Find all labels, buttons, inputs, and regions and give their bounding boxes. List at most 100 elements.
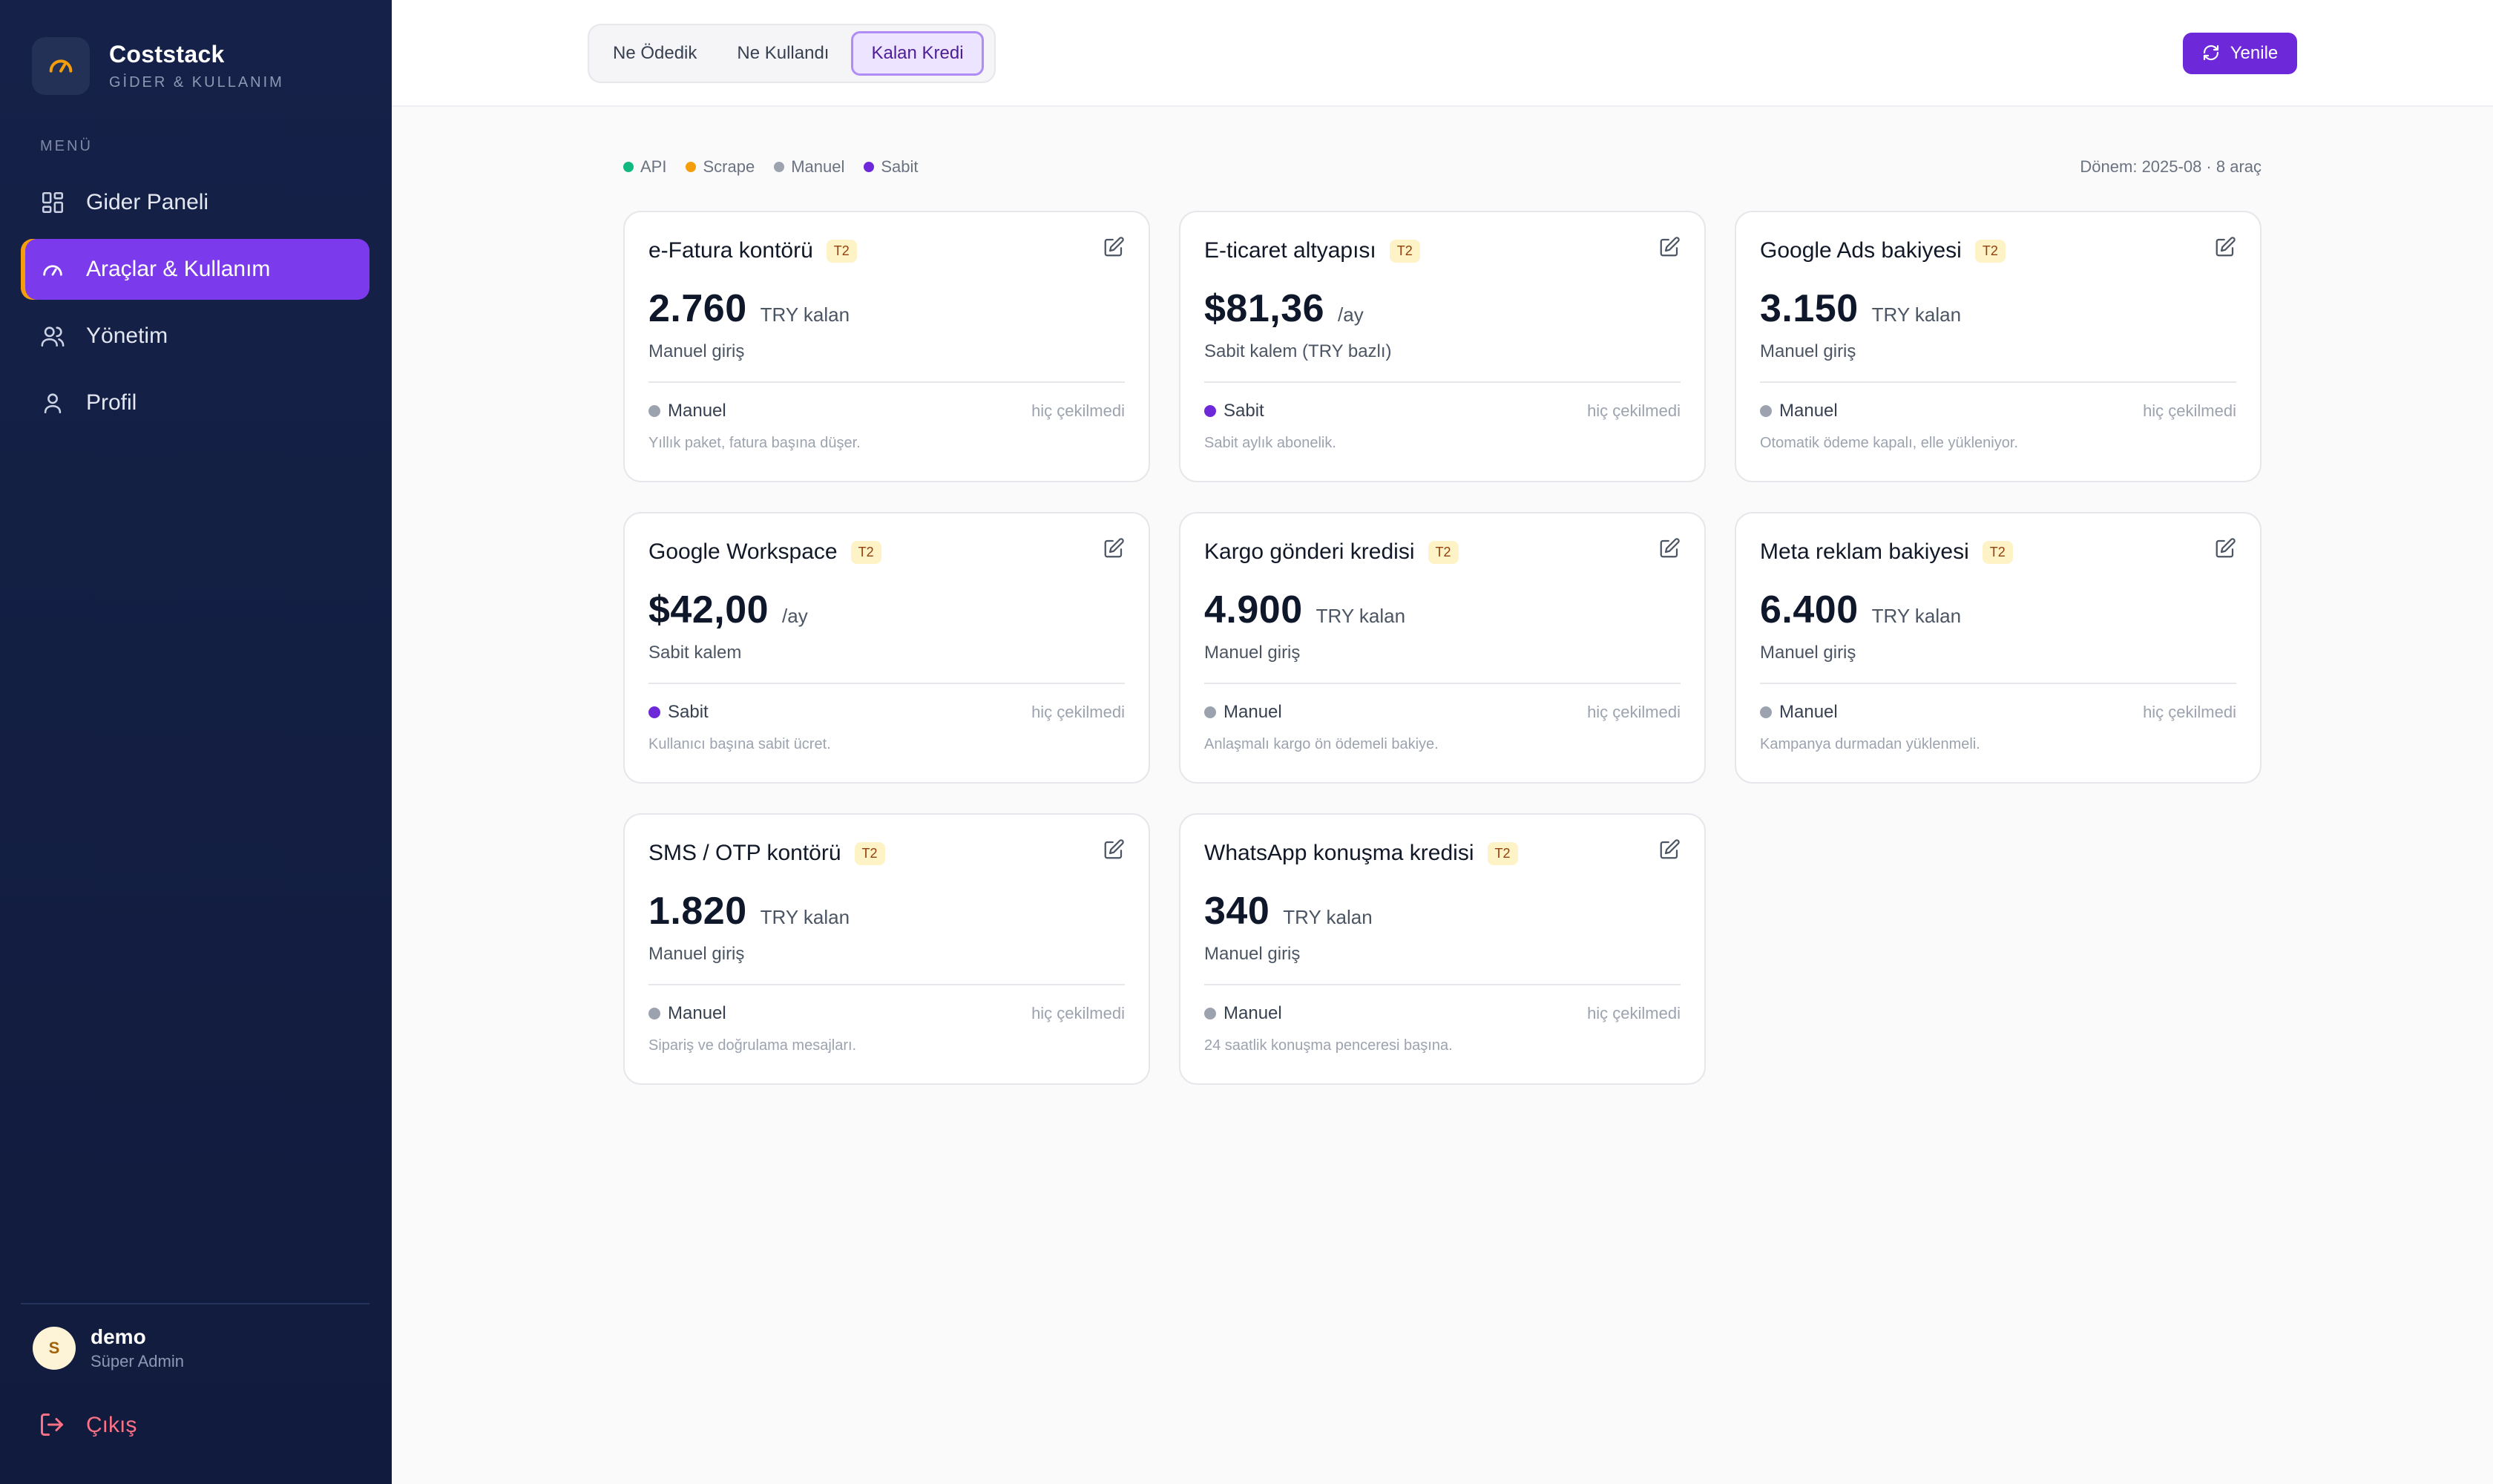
amount-unit: /ay — [782, 605, 808, 627]
user-name: demo — [91, 1325, 146, 1348]
brand[interactable]: Coststack GİDER & KULLANIM — [32, 37, 284, 95]
tier-badge: T2 — [826, 239, 857, 263]
credit-card: e-Fatura kontörü T2 2.760 TRY kalan Manu… — [623, 211, 1150, 482]
source-tag: Manuel — [1204, 1003, 1282, 1024]
legend-label: Manuel — [791, 157, 845, 176]
pull-status: hiç çekilmedi — [2143, 703, 2236, 721]
sidebar-item-araclar-kullanim[interactable]: Araçlar & Kullanım — [21, 239, 369, 300]
entry-type: Manuel giriş — [1760, 341, 1856, 361]
source-tag: Manuel — [648, 1003, 726, 1024]
legend-label: Scrape — [703, 157, 755, 176]
brand-subtitle: GİDER & KULLANIM — [109, 74, 284, 91]
tab-ne-odedik[interactable]: Ne Ödedik — [595, 31, 715, 76]
amount-value: 3.150 — [1760, 287, 1859, 330]
refresh-button[interactable]: Yenile — [2183, 33, 2297, 74]
entry-type: Manuel giriş — [1760, 643, 1856, 663]
source-tag: Manuel — [648, 401, 726, 421]
pull-status: hiç çekilmedi — [1031, 703, 1125, 721]
card-title: Meta reklam bakiyesi — [1760, 539, 1969, 564]
edit-icon[interactable] — [1658, 236, 1681, 258]
amount-value: 340 — [1204, 890, 1270, 933]
refresh-icon — [2202, 44, 2221, 63]
source-label: Manuel — [1779, 702, 1838, 722]
users-icon — [39, 322, 67, 350]
card-note: Sabit aylık abonelik. — [1204, 435, 1336, 451]
card-note: 24 saatlik konuşma penceresi başına. — [1204, 1037, 1453, 1054]
sidebar-item-label: Gider Paneli — [86, 190, 209, 214]
tier-badge: T2 — [850, 540, 881, 564]
card-title: e-Fatura kontörü — [648, 238, 813, 263]
tab-kalan-kredi[interactable]: Kalan Kredi — [851, 31, 984, 76]
edit-icon[interactable] — [1103, 537, 1125, 559]
card-note: Kampanya durmadan yüklenmeli. — [1760, 736, 1980, 752]
edit-icon[interactable] — [1658, 537, 1681, 559]
sidebar-item-label: Yönetim — [86, 324, 168, 348]
card-divider — [1204, 984, 1681, 985]
gauge-logo-icon — [32, 37, 90, 95]
card-divider — [1760, 683, 2236, 684]
source-label: Manuel — [1779, 401, 1838, 421]
card-divider — [1760, 381, 2236, 383]
period-label: Dönem: 2025-08 · 8 araç — [2080, 157, 2262, 176]
user-profile[interactable]: S demo Süper Admin — [33, 1325, 184, 1371]
legend-item-sabit: Sabit — [864, 157, 919, 177]
amount-value: 2.760 — [648, 287, 747, 330]
amount-unit: /ay — [1338, 303, 1364, 326]
avatar: S — [33, 1327, 76, 1370]
source-label: Manuel — [668, 1003, 726, 1023]
entry-type: Manuel giriş — [648, 944, 745, 964]
amount-value: 4.900 — [1204, 588, 1303, 631]
user-icon — [39, 389, 67, 417]
legend-item-manuel: Manuel — [774, 157, 844, 177]
source-dot — [1204, 706, 1216, 718]
sidebar-divider — [21, 1303, 369, 1304]
card-title: SMS / OTP kontörü — [648, 841, 841, 865]
legend-dot — [774, 162, 785, 172]
edit-icon[interactable] — [2214, 537, 2236, 559]
sidebar-nav: Gider Paneli Araçlar & Kullanım Yönetim … — [21, 172, 369, 439]
edit-icon[interactable] — [1658, 838, 1681, 861]
tier-badge: T2 — [1389, 239, 1420, 263]
source-dot — [1204, 405, 1216, 417]
entry-type: Manuel giriş — [648, 341, 745, 361]
source-tag: Sabit — [1204, 401, 1264, 421]
pull-status: hiç çekilmedi — [2143, 401, 2236, 420]
legend-dot — [686, 162, 697, 172]
card-divider — [1204, 381, 1681, 383]
refresh-label: Yenile — [2230, 43, 2279, 63]
sidebar-item-profil[interactable]: Profil — [21, 372, 369, 433]
card-note: Sipariş ve doğrulama mesajları. — [648, 1037, 857, 1054]
amount-unit: TRY kalan — [1283, 906, 1373, 928]
brand-name: Coststack — [109, 41, 225, 68]
edit-icon[interactable] — [1103, 236, 1125, 258]
topbar: Ne Ödedik Ne Kullandı Kalan Kredi Yenile — [392, 0, 2493, 107]
credit-card: Google Workspace T2 $42,00 /ay Sabit kal… — [623, 512, 1150, 784]
credit-card: Google Ads bakiyesi T2 3.150 TRY kalan M… — [1735, 211, 2262, 482]
amount-value: $81,36 — [1204, 287, 1325, 330]
logout-label: Çıkış — [86, 1413, 137, 1437]
tier-badge: T2 — [1982, 540, 2013, 564]
source-dot — [1760, 706, 1772, 718]
amount-value: $42,00 — [648, 588, 769, 631]
sidebar-item-yonetim[interactable]: Yönetim — [21, 306, 369, 367]
source-label: Sabit — [668, 702, 709, 722]
amount-unit: TRY kalan — [1316, 605, 1406, 627]
source-tag: Manuel — [1760, 702, 1838, 723]
card-divider — [1204, 683, 1681, 684]
entry-type: Sabit kalem — [648, 643, 742, 663]
gauge-icon — [39, 255, 67, 283]
source-tag: Manuel — [1204, 702, 1282, 723]
sidebar-item-gider-paneli[interactable]: Gider Paneli — [21, 172, 369, 233]
card-note: Anlaşmalı kargo ön ödemeli bakiye. — [1204, 736, 1439, 752]
entry-type: Manuel giriş — [1204, 944, 1301, 964]
tab-ne-kullandi[interactable]: Ne Kullandı — [719, 31, 847, 76]
card-divider — [648, 984, 1125, 985]
legend-label: API — [640, 157, 667, 176]
edit-icon[interactable] — [2214, 236, 2236, 258]
amount-value: 1.820 — [648, 890, 747, 933]
edit-icon[interactable] — [1103, 838, 1125, 861]
pull-status: hiç çekilmedi — [1587, 1004, 1681, 1022]
credit-card: Meta reklam bakiyesi T2 6.400 TRY kalan … — [1735, 512, 2262, 784]
logout-button[interactable]: Çıkış — [39, 1411, 137, 1439]
pull-status: hiç çekilmedi — [1587, 401, 1681, 420]
